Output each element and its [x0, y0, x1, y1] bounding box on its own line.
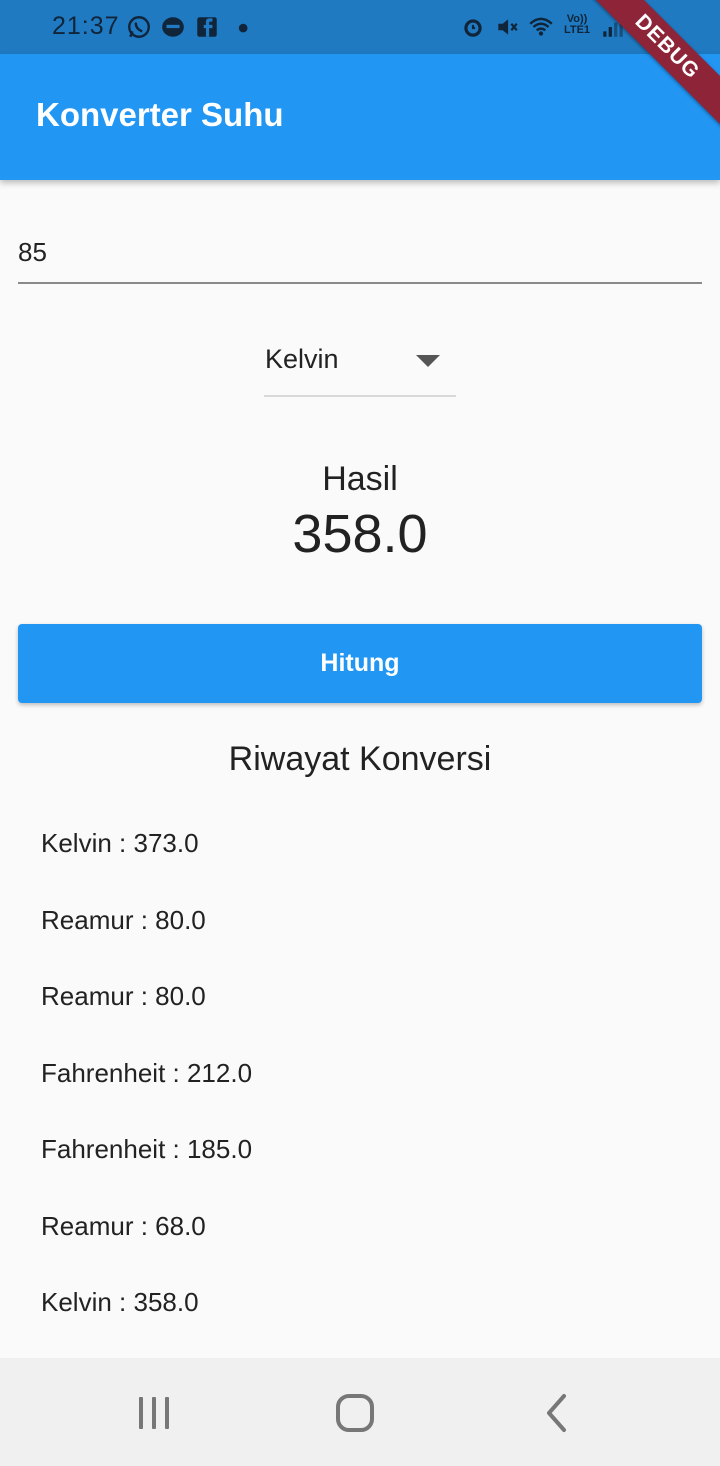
dropdown-arrow-icon — [416, 355, 440, 367]
history-item: Reamur : 80.0 — [41, 904, 206, 935]
status-time: 21:37 — [52, 12, 120, 40]
history-item: Fahrenheit : 185.0 — [41, 1134, 253, 1164]
app-screen: 21:37 Vo)) LTE1 DEBUG Konverter Suhu 85 … — [0, 0, 720, 1466]
wifi-icon — [528, 14, 554, 40]
dot-icon — [228, 14, 254, 40]
nav-bar — [0, 1358, 720, 1466]
history-item: Fahrenheit : 212.0 — [41, 1057, 253, 1088]
result-label: Hasil — [322, 460, 398, 498]
history-item: Kelvin : 358.0 — [41, 1287, 199, 1317]
unit-dropdown[interactable]: Kelvin — [264, 330, 456, 397]
whatsapp-icon — [126, 14, 152, 40]
app-bar: Konverter Suhu — [0, 54, 720, 180]
volte-icon: Vo)) LTE1 — [562, 14, 592, 40]
home-icon[interactable] — [330, 1388, 380, 1438]
volte-label-bottom: LTE1 — [563, 24, 591, 36]
facebook-icon — [194, 14, 220, 40]
history-title: Riwayat Konversi — [228, 740, 492, 778]
mute-icon — [494, 14, 520, 40]
unit-dropdown-value: Kelvin — [265, 344, 339, 374]
history-item: Reamur : 68.0 — [41, 1210, 206, 1241]
hitung-button[interactable]: Hitung — [18, 624, 702, 703]
history-list: Kelvin : 373.0 Reamur : 80.0 Reamur : 80… — [41, 814, 681, 1350]
recents-icon[interactable] — [129, 1388, 179, 1438]
history-item: Reamur : 80.0 — [41, 981, 206, 1011]
chat-bubble-icon — [160, 14, 186, 40]
alarm-icon — [460, 14, 486, 40]
result-value: 358.0 — [292, 504, 428, 564]
temperature-input[interactable] — [18, 222, 702, 284]
status-left-icons — [126, 14, 254, 40]
back-icon[interactable] — [532, 1388, 582, 1438]
app-title: Konverter Suhu — [36, 96, 284, 133]
history-item: Kelvin : 373.0 — [41, 828, 199, 858]
